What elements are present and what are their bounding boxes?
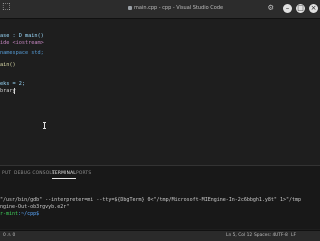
window-title-text: main.cpp - cpp - Visual Studio Code [134,5,224,11]
tab-terminal[interactable]: TERMINAL [52,170,76,179]
panel-tabs: PUT DEBUG CONSOLE TERMINAL PORTS [0,170,320,180]
close-button[interactable]: × [309,4,318,13]
terminal-prompt[interactable]: r-mint:~/cpp$ [0,211,39,218]
terminal-command: "/usr/bin/gdb" --interpreter=mi --tty=${… [0,197,302,203]
code-line[interactable]: ain() [0,61,16,69]
status-bar: 0 ⚠ 0 Ln 5, Col 12 Spaces: 4 UTF-8 LF [0,230,320,241]
tab-output[interactable]: PUT [2,170,11,178]
code-line[interactable]: ide <iostream> [0,39,44,47]
bottom-panel: PUT DEBUG CONSOLE TERMINAL PORTS "/usr/b… [0,165,320,229]
vscode-icon [128,5,132,10]
minimize-button[interactable]: – [283,4,292,13]
window-title: main.cpp - cpp - Visual Studio Code [128,5,223,11]
terminal-output: ngine-Out-ob3rgvyb.e2r" [0,204,70,210]
prompt-user: r-mint [0,211,19,217]
mouse-ibeam-icon [43,122,46,129]
maximize-button[interactable]: □ [296,4,305,13]
code-line[interactable]: namespace std; [0,49,44,57]
app-menu-icon[interactable]: ⬚ [2,2,11,12]
prompt-path: :~/cpp$ [18,211,40,217]
text-cursor [14,88,15,94]
gear-icon[interactable]: ⚙ [268,3,273,13]
title-bar: ⬚ main.cpp - cpp - Visual Studio Code ⚙ … [0,0,320,19]
tab-ports[interactable]: PORTS [76,170,91,178]
code-editor[interactable]: ase : D main() ide <iostream> namespace … [0,19,320,165]
tab-debug-console[interactable]: DEBUG CONSOLE [14,170,55,178]
